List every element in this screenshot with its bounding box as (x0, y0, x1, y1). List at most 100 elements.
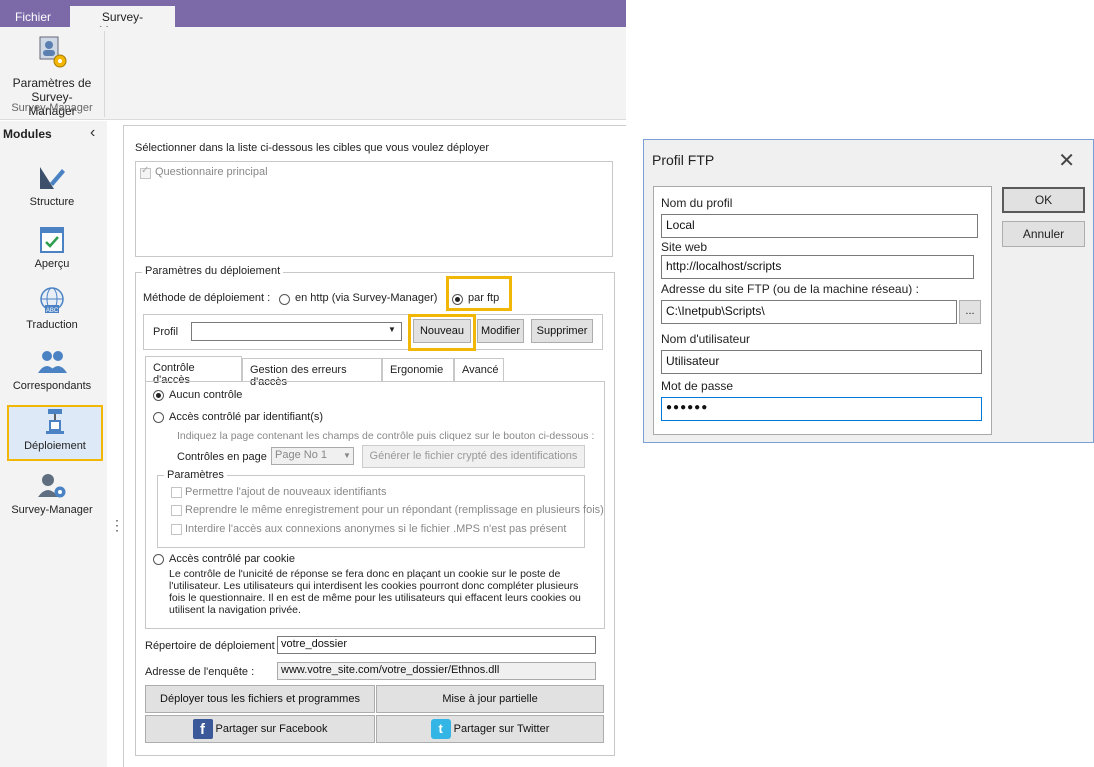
opt3-checkbox[interactable] (171, 524, 182, 535)
delete-profile-button[interactable]: Supprimer (531, 319, 593, 343)
checklist-icon (40, 227, 64, 253)
svg-text:ABC: ABC (46, 308, 59, 314)
sidebar-item-label: Survey-Manager (11, 504, 93, 516)
username-label: Nom d'utilisateur (661, 332, 750, 346)
partial-update-button[interactable]: Mise à jour partielle (376, 685, 604, 713)
access-id-hint: Indiquez la page contenant les champs de… (177, 430, 595, 442)
sidebar-item-structure[interactable]: Structure (6, 163, 98, 219)
globe-abc-icon: ABC (40, 287, 64, 314)
share-facebook-button[interactable]: f Partager sur Facebook (145, 715, 375, 743)
url-label: Adresse de l'enquête : (145, 666, 255, 678)
access-cookie-radio[interactable] (153, 554, 164, 565)
profile-select[interactable] (191, 322, 402, 341)
sidebar-item-label: Déploiement (24, 440, 86, 452)
sidebar-item-label: Structure (29, 196, 75, 208)
browse-button[interactable]: ... (959, 300, 981, 324)
sidebar-item-deploiement[interactable]: Déploiement (7, 405, 103, 461)
tab-controle-acces[interactable]: Contrôle d'accès (145, 356, 242, 386)
profile-label: Profil (153, 326, 179, 338)
deploy-all-button[interactable]: Déployer tous les fichiers et programmes (145, 685, 375, 713)
cookie-line: fois le questionnaire. Il en est de même… (169, 592, 581, 604)
chevron-down-icon[interactable]: ▼ (388, 325, 396, 334)
username-input[interactable]: Utilisateur (661, 350, 982, 374)
deploy-params-title: Paramètres du déploiement (142, 265, 284, 277)
sidebar-item-survey-manager[interactable]: Survey-Manager (6, 471, 98, 527)
ftp-address-input[interactable]: C:\Inetpub\Scripts\ (661, 300, 957, 324)
website-label: Site web (661, 240, 708, 254)
opt1-label: Permettre l'ajout de nouveaux identifian… (185, 486, 387, 498)
sidebar-item-label: Aperçu (34, 258, 70, 270)
sidebar-title: Modules (3, 127, 52, 141)
ftp-profile-dialog: Profil FTP ✕ Nom du profil Local Site we… (643, 139, 1094, 443)
edit-profile-button[interactable]: Modifier (477, 319, 524, 343)
modules-sidebar: Modules ‹ Structure Aperçu ABC Traductio… (0, 121, 107, 767)
people-icon (38, 351, 67, 373)
generate-file-button[interactable]: Générer le fichier crypté des identifica… (362, 445, 585, 468)
check-icon: ✓ (141, 165, 150, 176)
ribbon-separator (104, 31, 105, 117)
sidebar-item-apercu[interactable]: Aperçu (6, 225, 98, 281)
dialog-title: Profil FTP (652, 152, 715, 168)
website-input[interactable]: http://localhost/scripts (661, 255, 974, 279)
access-none-label: Aucun contrôle (169, 389, 243, 401)
ftp-address-label: Adresse du site FTP (ou de la machine ré… (661, 282, 919, 296)
opt2-label: Reprendre le même enregistrement pour un… (185, 504, 604, 516)
facebook-icon: f (192, 719, 213, 740)
profile-name-input[interactable]: Local (661, 214, 978, 238)
dir-label: Répertoire de déploiement : (145, 640, 281, 652)
share-twitter-button[interactable]: t Partager sur Twitter (376, 715, 604, 743)
access-none-radio[interactable] (153, 390, 164, 401)
deploy-icon (46, 409, 64, 434)
chevron-down-icon[interactable]: ▼ (343, 451, 351, 460)
sidebar-item-label: Correspondants (12, 380, 92, 392)
sidebar-splitter-icon[interactable]: ⋮ (110, 517, 124, 534)
settings-users-icon (39, 36, 67, 68)
intro-text: Sélectionner dans la liste ci-dessous le… (135, 142, 490, 154)
cancel-button[interactable]: Annuler (1002, 221, 1085, 247)
ftp-highlight (446, 276, 512, 311)
pen-ruler-icon (40, 167, 65, 189)
tab-fichier[interactable]: Fichier (4, 6, 62, 27)
settings-button-label-1: Paramètres de (12, 76, 92, 90)
access-id-radio[interactable] (153, 412, 164, 423)
password-label: Mot de passe (661, 379, 734, 393)
sidebar-item-correspondants[interactable]: Correspondants (6, 347, 98, 403)
access-tabs: Contrôle d'accès Gestion des erreurs d'a… (145, 356, 605, 388)
dialog-form-panel: Nom du profil Local Site web http://loca… (653, 186, 992, 435)
opt1-checkbox[interactable] (171, 487, 182, 498)
controls-page-select[interactable]: Page No 1 (271, 447, 354, 465)
target-item-label: Questionnaire principal (155, 166, 268, 178)
new-button-highlight (408, 314, 476, 351)
cookie-line: utilisent la navigation privée. (169, 604, 301, 616)
ribbon-group-label: Survey-Manager (11, 102, 93, 114)
deployment-panel: Sélectionner dans la liste ci-dessous le… (123, 125, 626, 767)
tab-avance[interactable]: Avancé (454, 358, 504, 381)
twitter-icon: t (430, 719, 451, 740)
method-label: Méthode de déploiement : (143, 292, 271, 304)
method-http-label: en http (via Survey-Manager) (295, 292, 438, 304)
password-input[interactable]: ●●●●●● (661, 397, 982, 421)
access-cookie-label: Accès contrôlé par cookie (169, 553, 295, 565)
targets-list[interactable]: ✓ Questionnaire principal (135, 161, 613, 257)
url-input[interactable]: www.votre_site.com/votre_dossier/Ethnos.… (277, 662, 596, 680)
twitter-label: Partager sur Twitter (453, 723, 550, 735)
close-icon[interactable]: ✕ (1058, 148, 1075, 173)
sidebar-item-traduction[interactable]: ABC Traduction (6, 286, 98, 342)
ribbon-body: Paramètres de Survey-Manager Survey-Mana… (0, 27, 626, 120)
profile-name-label: Nom du profil (661, 196, 733, 210)
tab-gestion-erreurs[interactable]: Gestion des erreurs d'accès (242, 358, 382, 388)
params-title: Paramètres (164, 469, 227, 481)
opt3-label: Interdire l'accès aux connexions anonyme… (185, 523, 567, 535)
method-http-radio[interactable] (279, 294, 290, 305)
tab-survey-manager[interactable]: Survey-Manager (70, 6, 175, 38)
user-gear-icon (38, 474, 66, 498)
ok-button[interactable]: OK (1002, 187, 1085, 213)
cookie-line: l'utilisateur. Les utilisateurs qui inte… (169, 580, 579, 592)
chevron-left-icon[interactable]: ‹ (90, 124, 95, 142)
facebook-label: Partager sur Facebook (215, 723, 328, 735)
cookie-description: Le contrôle de l'unicité de réponse se f… (169, 568, 581, 616)
dir-input[interactable]: votre_dossier (277, 636, 596, 654)
controls-page-label: Contrôles en page : (177, 451, 274, 463)
tab-ergonomie[interactable]: Ergonomie (382, 358, 454, 381)
opt2-checkbox[interactable] (171, 505, 182, 516)
